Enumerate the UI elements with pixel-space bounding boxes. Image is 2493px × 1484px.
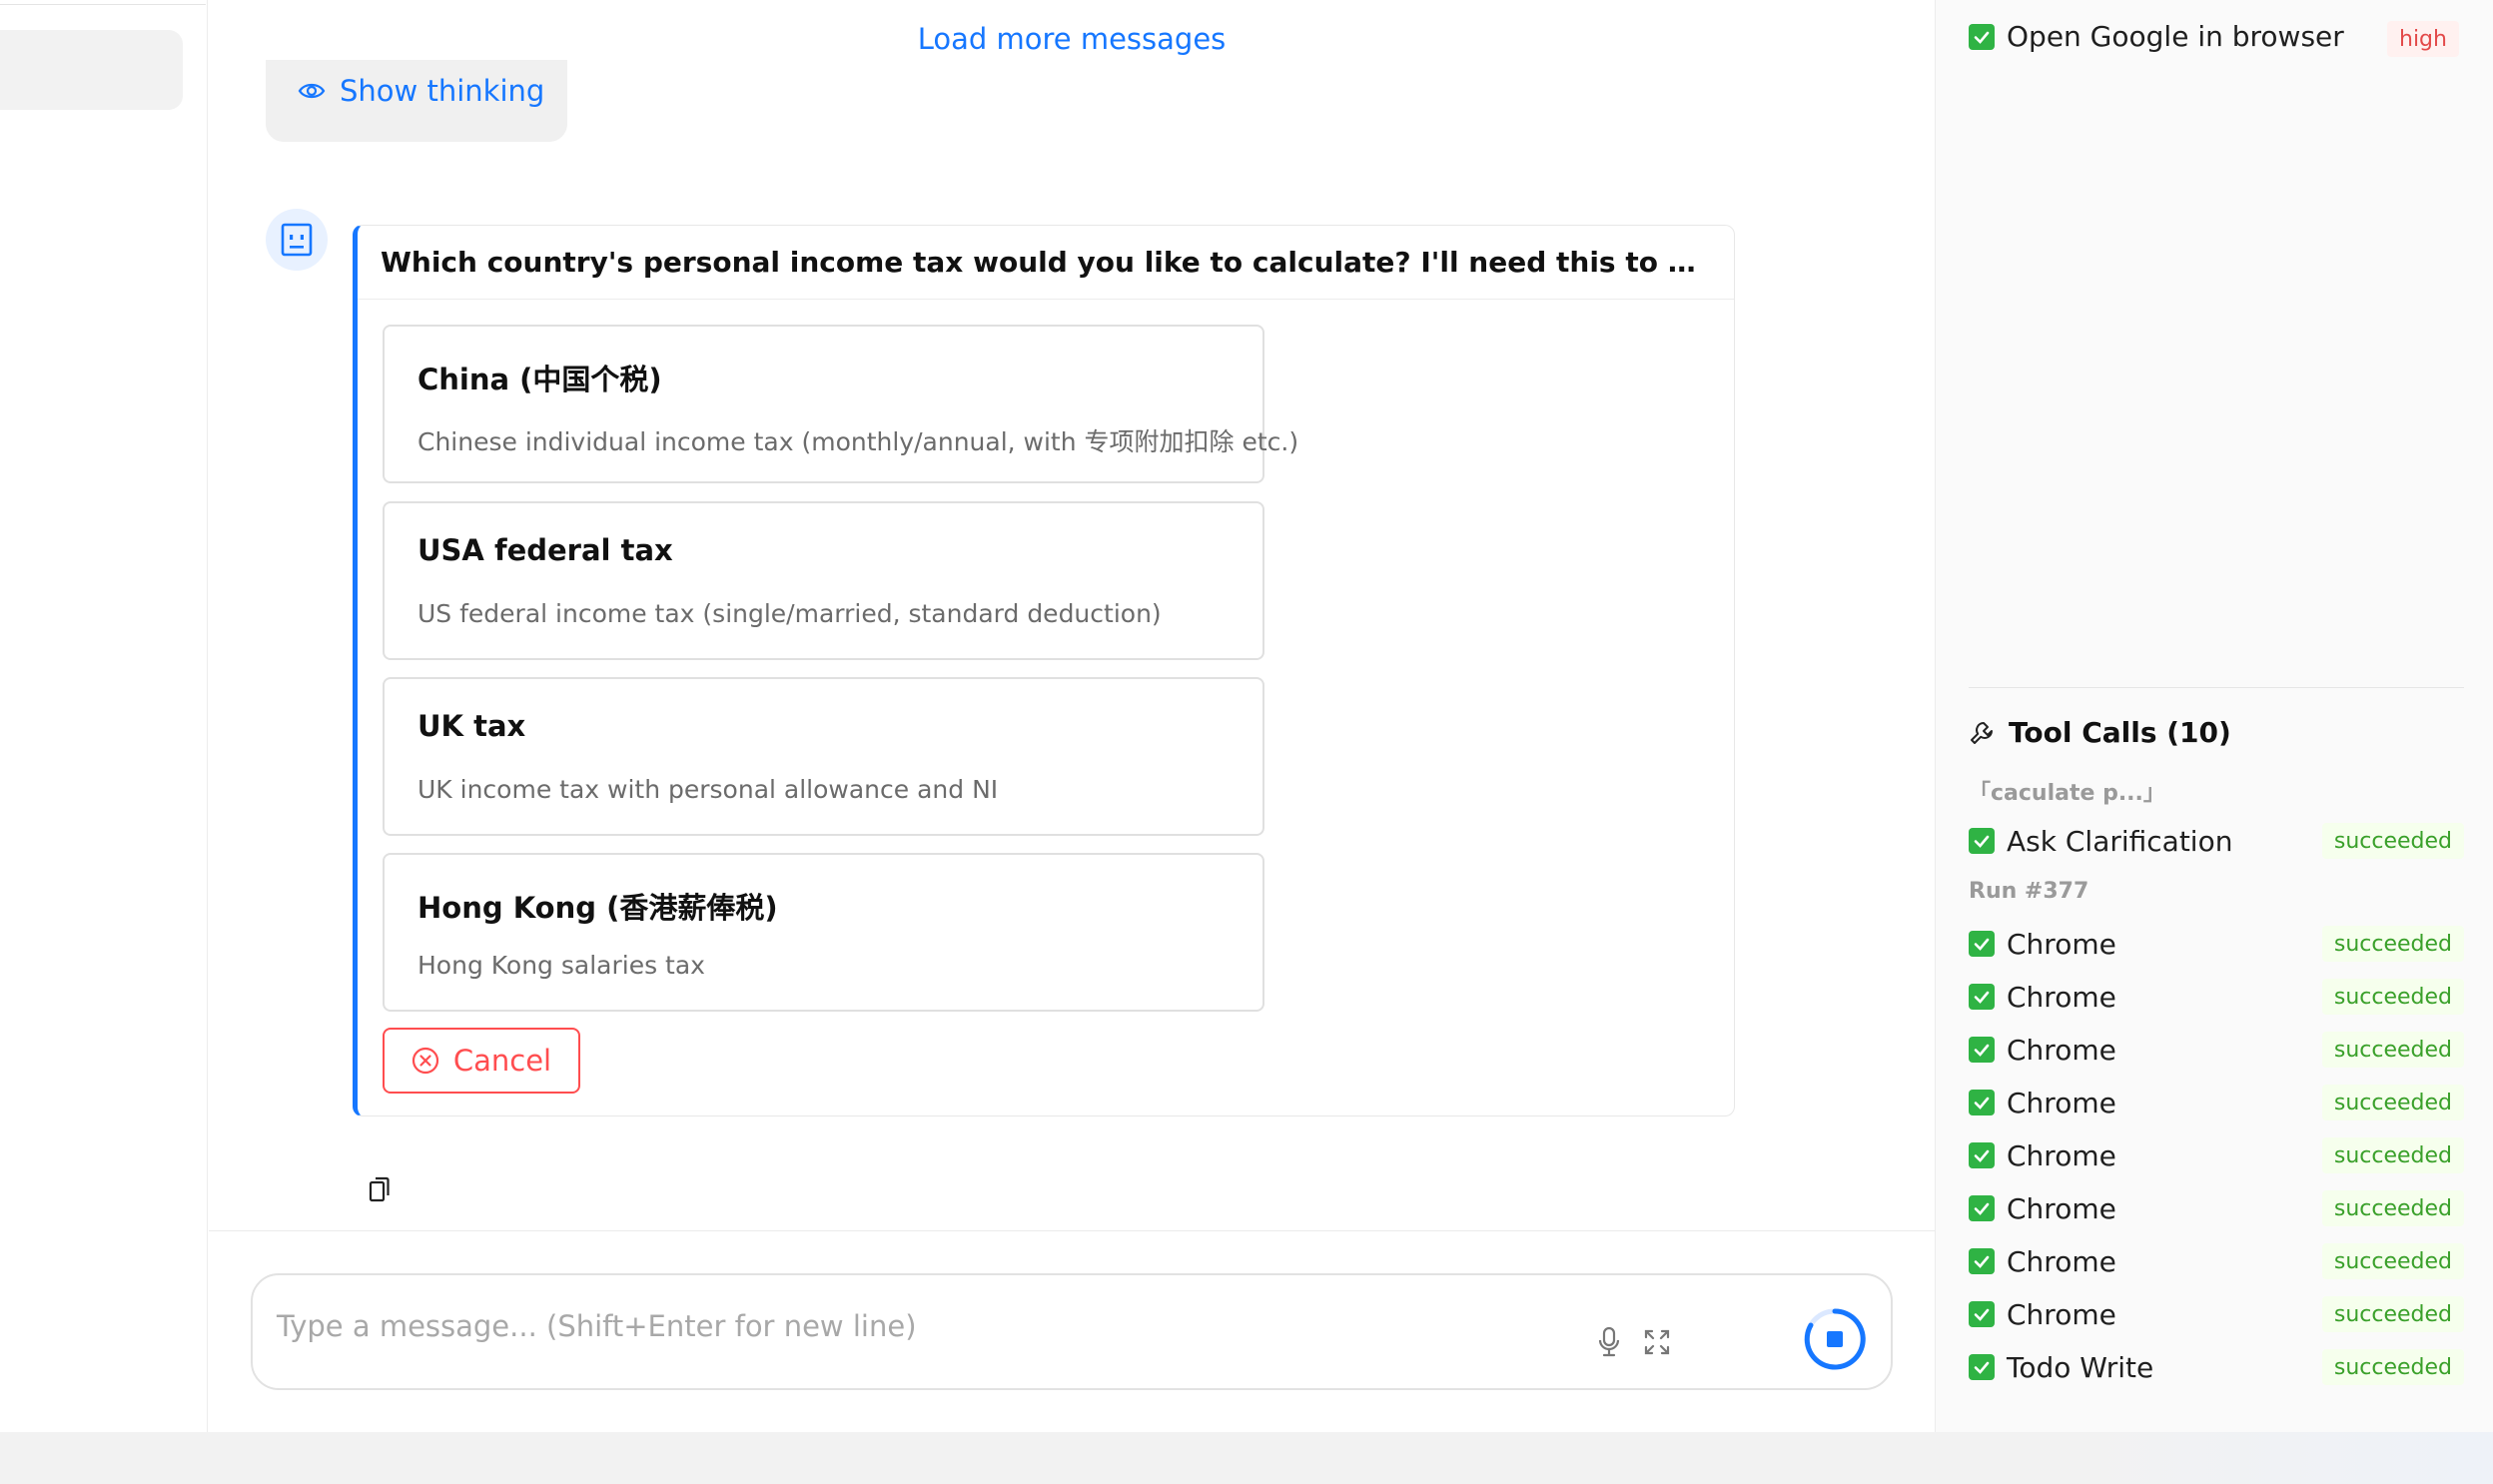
bot-avatar: [266, 209, 328, 271]
check-icon: [1969, 1354, 1995, 1380]
tool-call-name: Chrome: [2007, 1138, 2116, 1172]
check-icon: [1969, 1090, 1995, 1115]
eye-icon: [298, 83, 326, 99]
composer-divider: [209, 1230, 1935, 1231]
tool-call-row[interactable]: Todo Write succeeded: [1969, 1347, 2464, 1387]
stop-loading-icon: [1804, 1308, 1866, 1370]
option-uk[interactable]: UK tax UK income tax with personal allow…: [383, 677, 1264, 836]
priority-badge: high: [2387, 21, 2459, 57]
status-badge: succeeded: [2321, 1296, 2464, 1332]
check-icon: [1969, 23, 1995, 50]
tool-call-name: Chrome: [2007, 980, 2116, 1014]
tool-call-row[interactable]: Chrome succeeded: [1969, 1188, 2464, 1228]
check-icon: [1969, 1142, 1995, 1168]
check-icon: [1969, 828, 1995, 854]
chat-main: Load more messages Show thinking Which c…: [209, 0, 1935, 1432]
clarification-header: Which country's personal income tax woul…: [358, 226, 1734, 300]
option-china[interactable]: China (中国个税) Chinese individual income t…: [383, 325, 1298, 483]
check-icon: [1969, 1195, 1995, 1221]
status-badge: succeeded: [2321, 926, 2464, 962]
status-badge: succeeded: [2321, 1085, 2464, 1120]
status-badge: succeeded: [2321, 1349, 2464, 1385]
copy-message-button[interactable]: [362, 1171, 398, 1207]
tool-call-row[interactable]: Chrome succeeded: [1969, 1030, 2464, 1070]
check-icon: [1969, 1037, 1995, 1063]
tool-call-name: Chrome: [2007, 1191, 2116, 1225]
tool-call-name: Todo Write: [2007, 1350, 2154, 1384]
bottom-strip: [0, 1432, 2493, 1484]
bottom-strip-fade: [2074, 1432, 2493, 1484]
cancel-label: Cancel: [452, 1044, 552, 1078]
wrench-icon: [1971, 721, 1993, 744]
status-badge: succeeded: [2321, 979, 2464, 1015]
tool-call-row[interactable]: Chrome succeeded: [1969, 1135, 2464, 1175]
status-badge: succeeded: [2321, 1190, 2464, 1226]
tool-call-row[interactable]: Chrome succeeded: [1969, 924, 2464, 964]
option-title: USA federal tax: [417, 533, 673, 567]
option-description: UK income tax with personal allowance an…: [417, 775, 999, 804]
expand-button[interactable]: [1639, 1324, 1675, 1360]
status-badge: succeeded: [2321, 1137, 2464, 1173]
tool-call-name: Ask Clarification: [2007, 824, 2233, 858]
tool-group-label: Run #377: [1969, 879, 2089, 904]
panel-divider: [1969, 687, 2464, 688]
tool-calls-header: Tool Calls (10): [1969, 716, 2231, 749]
check-icon: [1969, 1248, 1995, 1274]
right-panel: Open Google in browser high Tool Calls (…: [1935, 0, 2493, 1432]
tool-call-name: Chrome: [2007, 1033, 2116, 1067]
left-sidebar: [0, 0, 208, 1432]
status-badge: succeeded: [2321, 823, 2464, 859]
option-usa[interactable]: USA federal tax US federal income tax (s…: [383, 501, 1264, 660]
thinking-block: Show thinking: [266, 60, 567, 142]
check-icon: [1969, 931, 1995, 957]
tool-call-row[interactable]: Chrome succeeded: [1969, 1294, 2464, 1334]
tool-calls-title: Tool Calls (10): [2009, 716, 2231, 749]
tool-call-name: Chrome: [2007, 1086, 2116, 1119]
show-thinking-button[interactable]: Show thinking: [298, 74, 544, 108]
check-icon: [1969, 1301, 1995, 1327]
robot-icon: [281, 223, 313, 257]
tool-call-row[interactable]: Ask Clarification succeeded: [1969, 821, 2464, 861]
show-thinking-label: Show thinking: [340, 74, 545, 108]
status-badge: succeeded: [2321, 1243, 2464, 1279]
option-title: Hong Kong (香港薪俸税): [417, 891, 778, 925]
tool-call-name: Chrome: [2007, 927, 2116, 961]
tool-call-row[interactable]: Chrome succeeded: [1969, 977, 2464, 1017]
option-description: Chinese individual income tax (monthly/a…: [417, 427, 1299, 456]
option-description: US federal income tax (single/married, s…: [417, 599, 1162, 628]
tool-call-row[interactable]: Chrome succeeded: [1969, 1083, 2464, 1122]
sidebar-selected-item[interactable]: [0, 30, 183, 110]
stop-generation-button[interactable]: [1803, 1307, 1867, 1371]
task-label: Open Google in browser: [2007, 20, 2344, 53]
task-item[interactable]: Open Google in browser: [1969, 20, 2344, 53]
option-description: Hong Kong salaries tax: [417, 951, 705, 980]
check-icon: [1969, 984, 1995, 1010]
close-circle-icon: [412, 1047, 438, 1075]
clarification-card: Which country's personal income tax woul…: [353, 225, 1735, 1116]
message-composer: Type a message... (Shift+Enter for new l…: [251, 1273, 1893, 1390]
tool-call-name: Chrome: [2007, 1244, 2116, 1278]
option-title: UK tax: [417, 709, 526, 743]
microphone-icon: [1598, 1326, 1620, 1357]
tool-call-row[interactable]: Chrome succeeded: [1969, 1241, 2464, 1281]
tool-group-label: 「caculate p...」: [1969, 781, 2165, 806]
copy-icon: [369, 1176, 390, 1202]
option-title: China (中国个税): [417, 363, 662, 396]
tool-call-name: Chrome: [2007, 1297, 2116, 1331]
status-badge: succeeded: [2321, 1032, 2464, 1068]
load-more-messages-link[interactable]: Load more messages: [209, 22, 1935, 56]
message-input[interactable]: Type a message... (Shift+Enter for new l…: [277, 1309, 917, 1343]
cancel-button[interactable]: Cancel: [383, 1028, 580, 1094]
clarification-question: Which country's personal income tax woul…: [381, 246, 1710, 279]
microphone-button[interactable]: [1591, 1324, 1627, 1360]
sidebar-divider: [0, 4, 206, 5]
expand-icon: [1644, 1329, 1670, 1355]
option-hong-kong[interactable]: Hong Kong (香港薪俸税) Hong Kong salaries tax: [383, 853, 1264, 1012]
